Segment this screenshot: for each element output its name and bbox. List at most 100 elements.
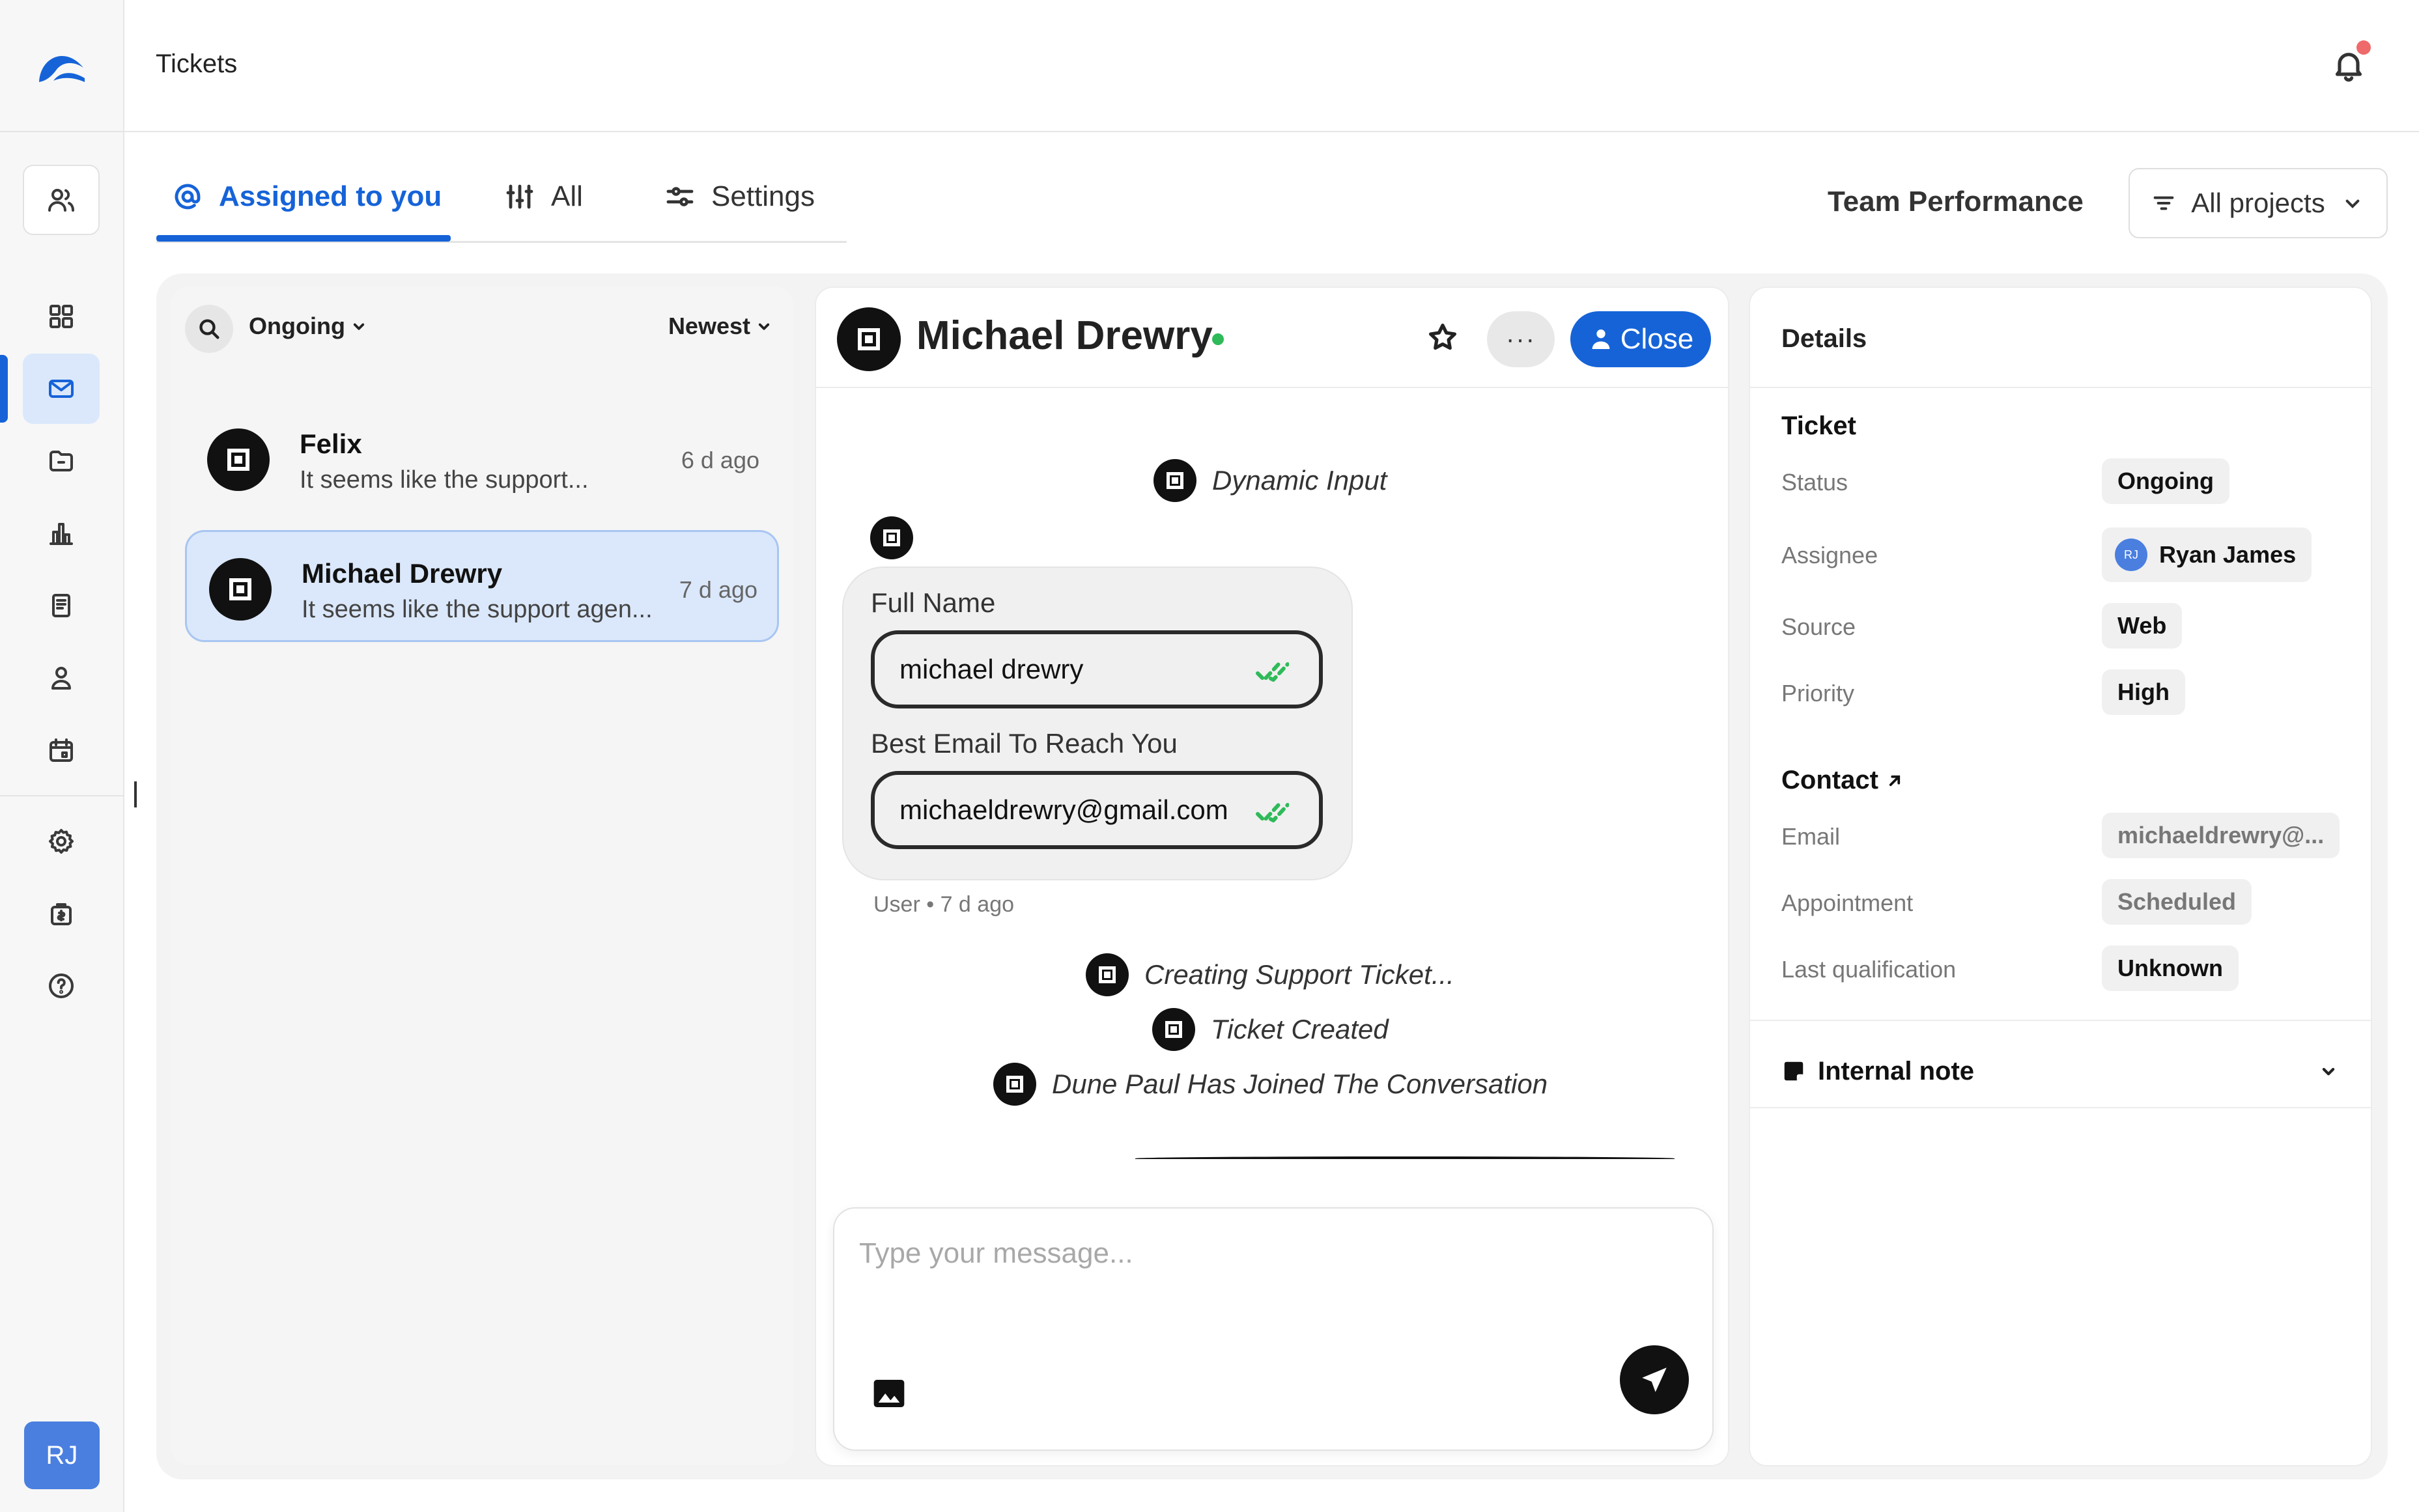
status-chip[interactable]: Ongoing	[2102, 458, 2229, 504]
email-field[interactable]: michaeldrewry@gmail.com	[871, 771, 1323, 849]
source-label: Source	[1781, 613, 1856, 640]
message-composer[interactable]: Type your message...	[833, 1207, 1714, 1451]
dynamic-input-form: Full Name michael drewry Best Email To R…	[842, 567, 1353, 880]
system-event: Creating Support Ticket...	[1086, 953, 1454, 996]
conversation-preview: It seems like the support...	[300, 466, 589, 494]
assignee-avatar: RJ	[2115, 539, 2147, 571]
sticky-note-icon	[1784, 1061, 1804, 1081]
project-filter-label: All projects	[2191, 188, 2325, 218]
help-circle-icon	[49, 973, 74, 998]
filter-lines-icon	[2153, 196, 2174, 210]
details-panel: Details Ticket Status Ongoing Assignee R…	[1749, 287, 2372, 1466]
chevron-down-icon	[758, 323, 770, 330]
double-check-icon	[1256, 803, 1289, 822]
tab-label: Assigned to you	[219, 180, 442, 212]
assignee-chip[interactable]: RJ Ryan James	[2102, 527, 2312, 582]
calendar-button[interactable]	[23, 715, 100, 785]
chat-contact-name: Michael Drewry	[916, 313, 1213, 358]
sort-dropdown[interactable]: Newest	[668, 313, 774, 340]
system-event-text: Creating Support Ticket...	[1144, 959, 1454, 990]
system-event: Dune Paul Has Joined The Conversation	[993, 1063, 1548, 1106]
chevron-down-icon	[2322, 1068, 2335, 1076]
system-event-text: Ticket Created	[1211, 1014, 1389, 1044]
sidebar-divider	[0, 795, 124, 796]
conversation-item[interactable]: Felix It seems like the support... 6 d a…	[185, 402, 779, 514]
user-avatar[interactable]: RJ	[24, 1421, 100, 1489]
priority-value: High	[2117, 679, 2170, 705]
at-icon	[175, 184, 201, 210]
contact-avatar	[837, 307, 901, 371]
files-button[interactable]	[23, 426, 100, 496]
appointment-value: Scheduled	[2117, 888, 2237, 915]
attach-image-button[interactable]	[871, 1375, 907, 1412]
conversation-name: Michael Drewry	[302, 558, 503, 589]
brand-logo[interactable]	[36, 42, 86, 89]
conversation-time: 7 d ago	[679, 576, 757, 603]
settings-button[interactable]	[23, 806, 100, 876]
chevron-down-icon	[353, 323, 365, 330]
email-label: Email	[1781, 823, 1841, 850]
tab-settings[interactable]: Settings	[664, 180, 815, 213]
contact-section-link[interactable]: Contact	[1781, 766, 1904, 795]
send-icon	[1642, 1367, 1667, 1392]
inbox-button[interactable]	[23, 354, 100, 424]
help-button[interactable]	[23, 951, 100, 1021]
bar-chart-icon	[50, 523, 73, 545]
status-filter-dropdown[interactable]: Ongoing	[249, 313, 369, 340]
project-filter-dropdown[interactable]: All projects	[2129, 168, 2388, 238]
team-button[interactable]	[23, 165, 100, 235]
system-event: Ticket Created	[1152, 1008, 1389, 1051]
conversation-preview: It seems like the support agen...	[302, 596, 653, 623]
conversation-item-selected[interactable]: Michael Drewry It seems like the support…	[185, 530, 779, 642]
sort-label: Newest	[668, 313, 750, 339]
notifications-button[interactable]	[2330, 40, 2371, 83]
contacts-button[interactable]	[23, 643, 100, 713]
search-icon	[199, 319, 219, 339]
top-bar: Tickets	[124, 0, 2419, 132]
send-button[interactable]	[1620, 1345, 1689, 1414]
bot-avatar	[993, 1063, 1036, 1106]
internal-note-toggle[interactable]: Internal note	[1781, 1048, 2340, 1094]
arrow-up-right-icon	[1889, 775, 1901, 786]
more-options-button[interactable]: ···	[1487, 311, 1555, 367]
team-performance-link[interactable]: Team Performance	[1828, 186, 2084, 218]
priority-label: Priority	[1781, 680, 1855, 707]
brand-square-icon	[883, 529, 900, 546]
search-button[interactable]	[185, 305, 233, 353]
billing-button[interactable]	[23, 878, 100, 949]
knowledge-button[interactable]	[23, 570, 100, 641]
system-event-text: Dynamic Input	[1212, 465, 1387, 496]
tab-assigned-to-you[interactable]: Assigned to you	[172, 180, 442, 213]
message-input[interactable]: Type your message...	[859, 1237, 1133, 1270]
full-name-value: michael drewry	[899, 654, 1084, 684]
system-event-text: Dune Paul Has Joined The Conversation	[1052, 1069, 1548, 1099]
dashboard-button[interactable]	[23, 281, 100, 352]
section-divider	[1750, 1107, 2371, 1108]
priority-chip[interactable]: High	[2102, 669, 2185, 715]
close-ticket-button[interactable]: Close	[1570, 311, 1711, 367]
email-chip[interactable]: michaeldrewry@...	[2102, 813, 2340, 858]
brand-square-icon	[229, 578, 251, 600]
wallet-icon	[51, 903, 72, 925]
appointment-label: Appointment	[1781, 889, 1914, 916]
scroll-edge	[1135, 1156, 1675, 1160]
tab-all[interactable]: All	[504, 180, 583, 213]
assignee-label: Assignee	[1781, 542, 1878, 568]
user-silhouette-icon	[1592, 329, 1610, 349]
assignee-value: Ryan James	[2159, 541, 2297, 568]
source-value: Web	[2117, 612, 2167, 639]
contact-avatar	[207, 428, 270, 491]
email-value: michaeldrewry@...	[2117, 822, 2325, 848]
chat-panel: Michael Drewry ··· Close Dynamic Input F…	[815, 287, 1729, 1466]
analytics-button[interactable]	[23, 498, 100, 568]
tab-label: All	[551, 180, 583, 212]
status-label: Status	[1781, 469, 1848, 496]
folder-icon	[50, 451, 73, 471]
full-name-field[interactable]: michael drewry	[871, 630, 1323, 708]
section-title-text: Contact	[1781, 766, 1878, 794]
favorite-button[interactable]	[1426, 320, 1462, 357]
section-divider	[1750, 1020, 2371, 1021]
bot-avatar	[1152, 1008, 1195, 1051]
active-indicator	[0, 355, 8, 423]
brand-square-icon	[1167, 472, 1183, 489]
